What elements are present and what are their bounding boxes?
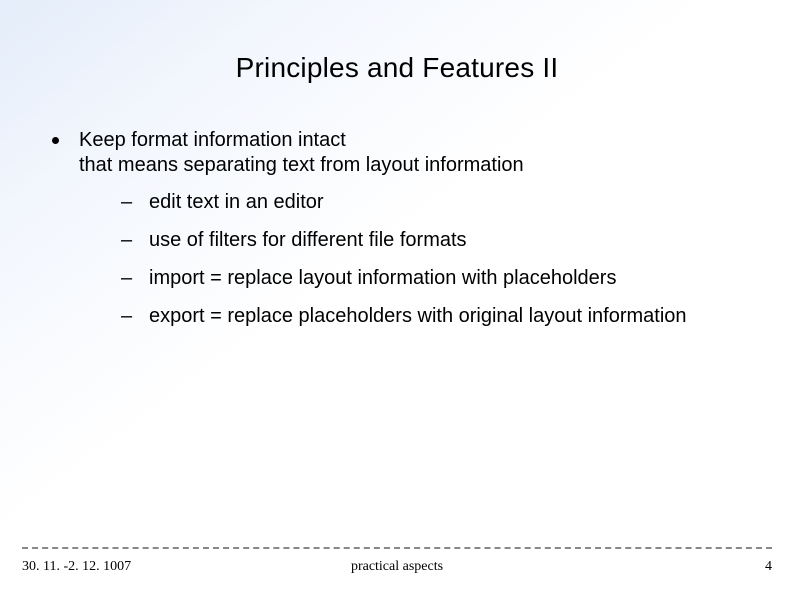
sub-item: – export = replace placeholders with ori… [121, 304, 742, 329]
sub-item: – use of filters for different file form… [121, 228, 742, 253]
dash-icon: – [121, 266, 133, 291]
sub-text: edit text in an editor [149, 190, 742, 215]
slide-body: Keep format information intactthat means… [52, 128, 742, 348]
slide: Principles and Features II Keep format i… [0, 0, 794, 595]
sub-list: – edit text in an editor – use of filter… [79, 190, 742, 329]
bullet-item: Keep format information intactthat means… [52, 128, 742, 342]
bullet-dot-icon [52, 137, 59, 144]
dash-icon: – [121, 304, 133, 329]
bullet-line-1: Keep format information intactthat means… [79, 129, 524, 176]
slide-footer: 30. 11. -2. 12. 1007 practical aspects 4 [22, 559, 772, 575]
sub-item: – import = replace layout information wi… [121, 266, 742, 291]
footer-subject: practical aspects [22, 559, 772, 575]
footer-divider [22, 547, 772, 549]
dash-icon: – [121, 228, 133, 253]
slide-title: Principles and Features II [0, 52, 794, 84]
bullet-text: Keep format information intactthat means… [79, 128, 742, 342]
sub-item: – edit text in an editor [121, 190, 742, 215]
dash-icon: – [121, 190, 133, 215]
sub-text: export = replace placeholders with origi… [149, 304, 742, 329]
footer-page-number: 4 [765, 559, 772, 575]
sub-text: import = replace layout information with… [149, 266, 742, 291]
footer-date: 30. 11. -2. 12. 1007 [22, 559, 131, 575]
sub-text: use of filters for different file format… [149, 228, 742, 253]
